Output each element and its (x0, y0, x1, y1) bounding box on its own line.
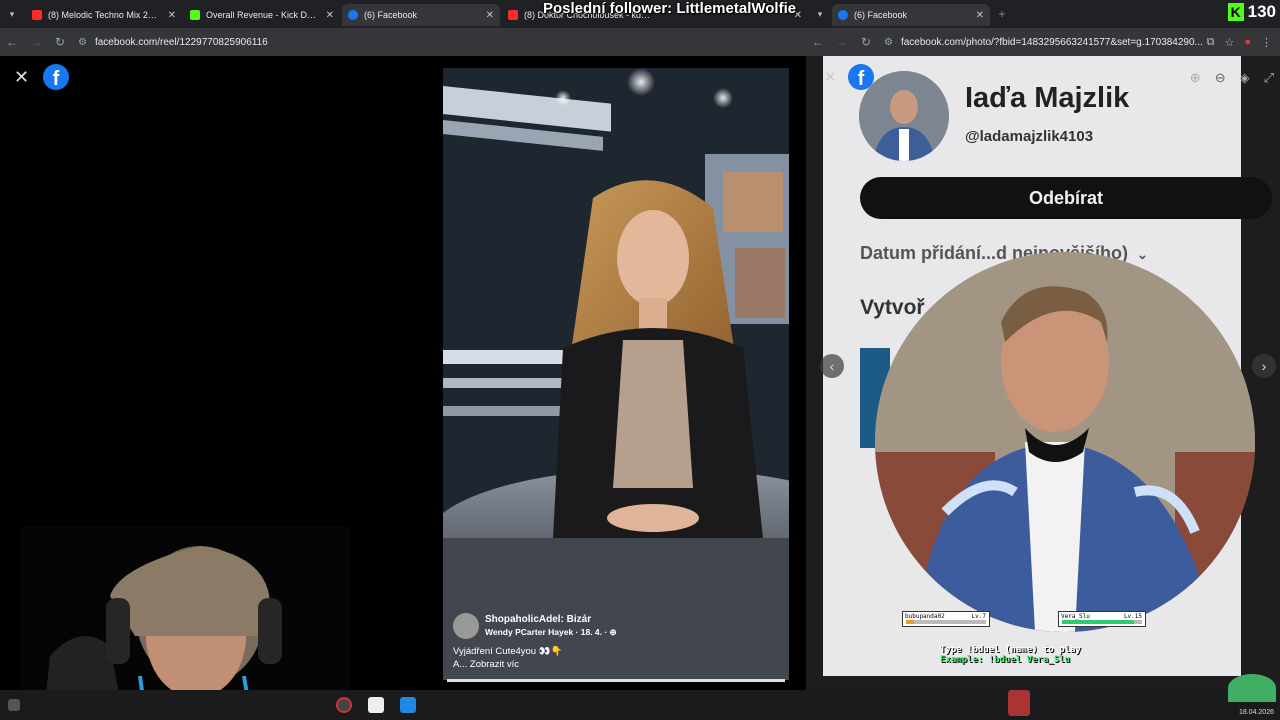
duel-player-level: Lv.15 (1123, 613, 1142, 620)
menu-icon[interactable]: ⋮ (1261, 36, 1272, 49)
browser-tab-active[interactable]: (6) Facebook ✕ (832, 4, 990, 26)
profile-handle: @ladamajzlik4103 (965, 128, 1094, 145)
url-text: facebook.com/photo/?fbid=148329566324157… (900, 36, 1203, 48)
profile-photo-zoomed (875, 252, 1255, 632)
kick-follower-counter: K 130 (1227, 2, 1276, 22)
new-tab-icon[interactable]: + (994, 6, 1010, 22)
profile-screenshot: Iaďa Majzlik @ladamajzlik4103 Odebírat D… (823, 56, 1272, 676)
kick-logo-icon: K (1227, 3, 1244, 21)
duel-hp-bar (906, 620, 986, 624)
back-icon[interactable]: ← (0, 35, 24, 49)
kick-icon (190, 10, 200, 20)
page-avatar[interactable] (453, 613, 479, 639)
subscribe-button: Odebírat (860, 177, 1272, 219)
photo-viewer: Iaďa Majzlik @ladamajzlik4103 Odebírat D… (806, 56, 1280, 690)
youtube-icon (508, 10, 518, 20)
tab-close-icon[interactable]: ✕ (976, 10, 984, 21)
duel-instructions: Type !bduel (name) to play Example: !bdu… (940, 645, 1081, 665)
forward-icon[interactable]: → (830, 35, 854, 49)
left-address-bar: ← → ↻ ⚙ facebook.com/reel/12297708259061… (0, 28, 806, 56)
start-icon[interactable] (8, 699, 20, 711)
close-reel-icon[interactable]: ✕ (14, 67, 29, 88)
duel-instruction-line: Type !bduel (name) to play (940, 645, 1081, 655)
pixel-character-icon (1008, 690, 1030, 716)
capcut-icon[interactable] (368, 697, 384, 713)
duel-hp-fill-left (906, 620, 914, 624)
address-bar-actions: ⧉ ☆ ● ⋮ (1207, 36, 1272, 49)
next-photo-button[interactable]: › (1252, 354, 1276, 378)
tab-title: Overall Revenue - Kick Dashboa (206, 10, 320, 20)
photo-toolbar: ⊕ ⊖ ◈ ⤢ (1190, 70, 1274, 86)
reel-author-row: ShopaholicAdel: Bizár Wendy PCarter Haye… (453, 613, 783, 639)
forward-icon[interactable]: → (24, 35, 48, 49)
back-icon[interactable]: ← (806, 35, 830, 49)
see-more-link[interactable]: A... Zobrazit víc (453, 658, 783, 671)
duel-player-left: bubupanda02 Lv.7 (902, 611, 990, 627)
chevron-down-icon: ⌄ (1137, 247, 1148, 262)
zoom-out-icon[interactable]: ⊖ (1215, 70, 1226, 86)
pixel-tree-icon (1228, 674, 1276, 702)
reload-icon[interactable]: ↻ (854, 35, 878, 49)
reel-viewer: ✕ f ShopaholicAdel: Bizár Wendy PCarter … (0, 56, 806, 720)
created-section-title: Vytvoř (860, 296, 925, 319)
tab-close-icon[interactable]: ✕ (168, 10, 176, 21)
fullscreen-icon[interactable]: ⤢ (1264, 70, 1274, 86)
author-line[interactable]: Wendy PCarter Hayek · 18. 4. · ⊕ (485, 627, 617, 638)
url-field[interactable]: ⚙ facebook.com/photo/?fbid=1483295663241… (884, 37, 1203, 48)
profile-name: Iaďa Majzlik (965, 82, 1130, 114)
profile-avatar-image (859, 71, 949, 161)
previous-photo-button[interactable]: ‹ (820, 354, 844, 378)
tab-close-icon[interactable]: ✕ (486, 10, 494, 21)
reel-description: Vyjádření Cute4you 👀👇 A... Zobrazit víc (453, 645, 783, 671)
facebook-logo-icon[interactable]: f (43, 64, 69, 90)
bookmark-star-icon[interactable]: ☆ (1224, 36, 1234, 49)
browser-tab-active[interactable]: (6) Facebook ✕ (342, 4, 500, 26)
youtube-icon (32, 10, 42, 20)
url-text: facebook.com/reel/1229770825906116 (94, 36, 268, 48)
facebook-logo-icon[interactable]: f (848, 64, 874, 90)
page-name-link[interactable]: ShopaholicAdel: Bizár (485, 614, 617, 625)
tab-search-icon[interactable]: ▾ (4, 6, 20, 22)
tab-close-icon[interactable]: ✕ (326, 10, 334, 21)
browser-tab[interactable]: (8) Melodic Techno Mix 2016 (W ✕ (26, 4, 182, 26)
close-photo-icon[interactable]: ✕ (824, 68, 837, 86)
duel-player-right: Vera_Slu Lv.15 (1058, 611, 1146, 627)
tab-title: (8) Melodic Techno Mix 2016 (W (48, 10, 162, 20)
reel-video[interactable] (443, 68, 789, 680)
tag-icon[interactable]: ◈ (1240, 70, 1250, 86)
duel-player-level: Lv.7 (971, 613, 986, 620)
taskbar-date: 18.04.2026 (1238, 709, 1274, 716)
news-anchor-image (443, 68, 789, 680)
browser-tab[interactable]: Overall Revenue - Kick Dashboa ✕ (184, 4, 340, 26)
duel-hp-bar (1062, 620, 1142, 624)
facebook-icon (838, 10, 848, 20)
obs-icon[interactable] (336, 697, 352, 713)
reel-progress-bar[interactable] (447, 679, 785, 682)
zoom-in-icon[interactable]: ⊕ (1190, 70, 1201, 86)
app-icon[interactable] (400, 697, 416, 713)
duel-player-name: bubupanda02 (905, 613, 945, 620)
site-info-icon[interactable]: ⚙ (78, 37, 87, 48)
taskbar: 18.04.2026 (0, 674, 1280, 720)
kick-count: 130 (1247, 2, 1276, 21)
reload-icon[interactable]: ↻ (48, 35, 72, 49)
man-portrait-image (875, 252, 1255, 632)
reel-caption: ShopaholicAdel: Bizár Wendy PCarter Haye… (453, 613, 783, 671)
tab-search-icon[interactable]: ▾ (812, 6, 828, 22)
extension-icon[interactable]: ● (1244, 36, 1251, 49)
tab-title: (6) Facebook (364, 10, 418, 20)
screen: ▾ (8) Melodic Techno Mix 2016 (W ✕ Overa… (0, 0, 1280, 720)
stream-follower-overlay: Poslední follower: LittlemetalWolfie (543, 0, 797, 17)
reel-description-text: Vyjádření Cute4you 👀👇 (453, 646, 563, 657)
site-info-icon[interactable]: ⚙ (884, 37, 893, 48)
profile-avatar (859, 71, 949, 161)
url-field[interactable]: ⚙ facebook.com/reel/1229770825906116 (78, 37, 268, 48)
duel-example-line: Example: !bduel Vera_Slu (940, 655, 1071, 665)
duel-player-name: Vera_Slu (1061, 613, 1090, 620)
facebook-icon (348, 10, 358, 20)
right-address-bar: ← → ↻ ⚙ facebook.com/photo/?fbid=1483295… (806, 28, 1280, 56)
duel-hp-fill-right (1062, 620, 1134, 624)
tab-title: (6) Facebook (854, 10, 908, 20)
install-icon[interactable]: ⧉ (1207, 36, 1215, 49)
